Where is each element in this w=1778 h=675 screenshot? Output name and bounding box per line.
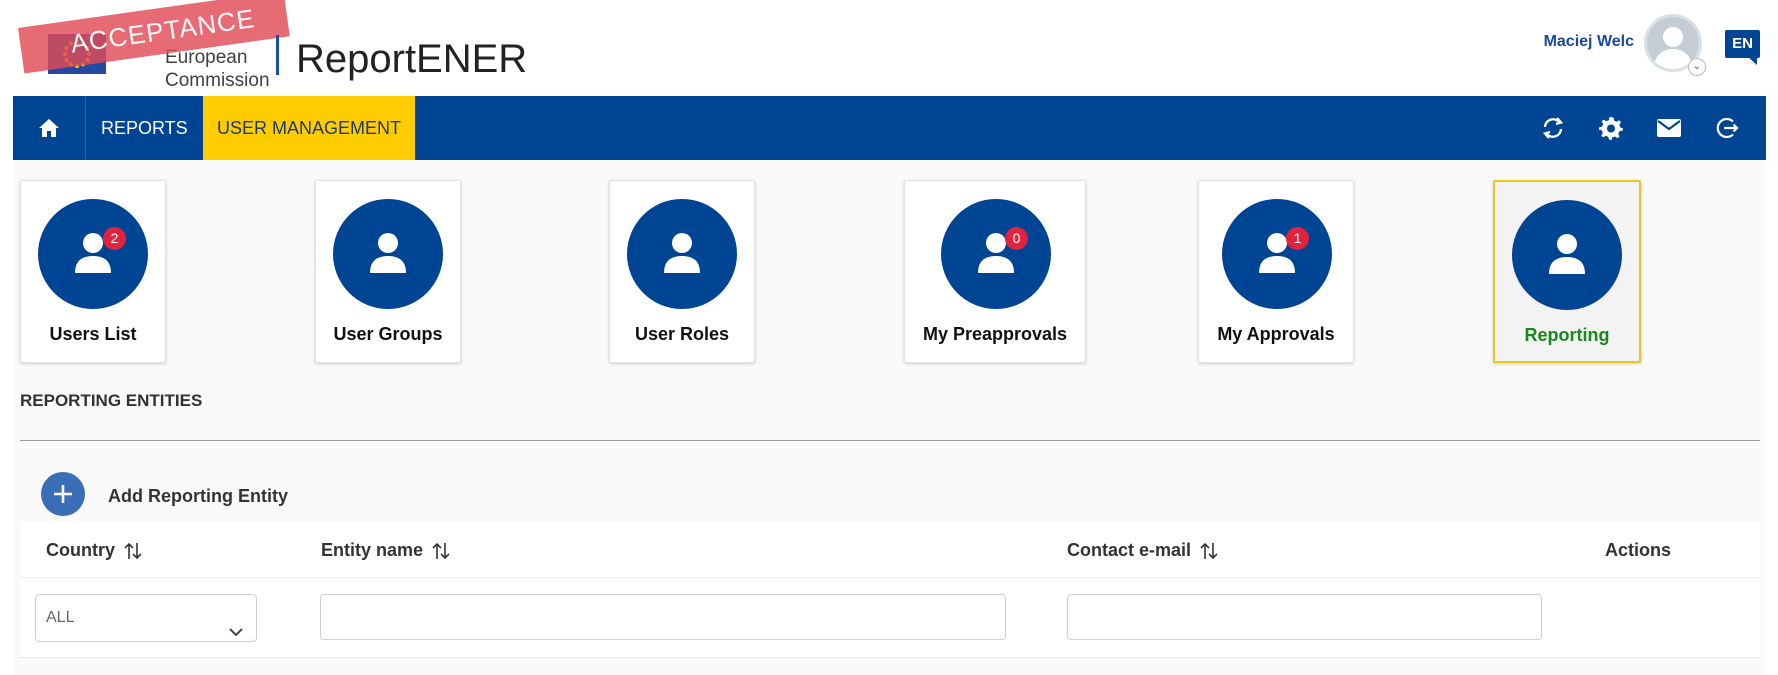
main-navbar: REPORTS USER MANAGEMENT <box>13 96 1766 160</box>
nav-user-management[interactable]: USER MANAGEMENT <box>203 96 416 160</box>
user-icon <box>1549 234 1585 274</box>
tile-my-preapprovals-circle <box>941 199 1051 309</box>
tile-label: My Preapprovals <box>922 324 1068 344</box>
main-content: 2 Users List User Groups User Roles 0 My… <box>13 160 1766 675</box>
tile-my-preapprovals[interactable]: 0 My Preapprovals <box>904 180 1086 363</box>
section-divider <box>20 440 1760 441</box>
column-header-contact-email[interactable]: Contact e-mail <box>1067 540 1219 561</box>
gear-icon <box>1599 117 1623 140</box>
column-header-actions: Actions <box>1605 540 1671 561</box>
tile-my-approvals[interactable]: 1 My Approvals <box>1198 180 1354 363</box>
add-reporting-entity-button[interactable] <box>41 472 85 516</box>
country-filter-select[interactable]: ALL <box>35 594 257 642</box>
messages-button[interactable] <box>1655 114 1683 142</box>
user-icon <box>664 233 700 273</box>
entity-name-filter-input[interactable] <box>320 594 1006 640</box>
tile-reporting-circle <box>1512 200 1622 310</box>
tile-label: My Approvals <box>1217 324 1335 344</box>
refresh-icon <box>1542 117 1564 139</box>
tile-label: Reporting <box>1524 325 1610 345</box>
ec-logo-line2: Commission <box>165 70 270 91</box>
notification-badge: 0 <box>1005 227 1028 250</box>
page-header: European Commission ACCEPTANCE ReportENE… <box>0 0 1778 96</box>
tile-reporting[interactable]: Reporting <box>1493 180 1641 363</box>
tile-users-list-circle <box>38 199 148 309</box>
mail-icon <box>1657 119 1681 137</box>
tile-user-roles-circle <box>627 199 737 309</box>
add-reporting-entity-label[interactable]: Add Reporting Entity <box>108 486 288 507</box>
app-title[interactable]: ReportENER <box>296 36 527 82</box>
language-bubble-tail <box>1747 56 1757 65</box>
tile-user-groups-circle <box>333 199 443 309</box>
tile-user-roles[interactable]: User Roles <box>609 180 755 363</box>
column-label: Contact e-mail <box>1067 540 1192 560</box>
column-label: Actions <box>1605 540 1672 560</box>
notification-badge: 1 <box>1286 227 1309 250</box>
table-filter-row: ALL <box>20 578 1760 658</box>
country-filter-value: ALL <box>46 609 75 626</box>
settings-button[interactable] <box>1597 114 1625 142</box>
sort-icon[interactable] <box>431 541 451 561</box>
nav-reports[interactable]: REPORTS <box>87 96 202 160</box>
nav-home-button[interactable] <box>13 96 86 160</box>
tile-label: Users List <box>49 324 137 344</box>
tile-user-groups[interactable]: User Groups <box>315 180 461 363</box>
plus-icon <box>54 485 72 503</box>
chevron-down-icon[interactable]: ⌄ <box>1688 58 1706 76</box>
tile-label: User Groups <box>333 324 443 344</box>
table-header: Country Entity name Contact e-mail Actio… <box>20 522 1760 578</box>
logout-button[interactable] <box>1713 114 1741 142</box>
chevron-down-icon <box>228 611 244 657</box>
user-icon <box>370 233 406 273</box>
sort-icon[interactable] <box>1199 541 1219 561</box>
language-button[interactable]: EN <box>1725 30 1760 58</box>
column-label: Entity name <box>321 540 424 560</box>
column-label: Country <box>46 540 115 560</box>
home-icon <box>39 119 59 137</box>
column-header-country[interactable]: Country <box>46 540 143 561</box>
logout-icon <box>1716 117 1739 139</box>
logo-separator <box>276 35 279 75</box>
sort-icon[interactable] <box>123 541 143 561</box>
ec-logo-text: European Commission <box>165 46 270 92</box>
contact-email-filter-input[interactable] <box>1067 594 1542 640</box>
tile-label: User Roles <box>634 324 730 344</box>
notification-badge: 2 <box>103 227 126 250</box>
column-header-entity-name[interactable]: Entity name <box>321 540 451 561</box>
refresh-button[interactable] <box>1539 114 1567 142</box>
tile-my-approvals-circle <box>1222 199 1332 309</box>
user-name[interactable]: Maciej Welc <box>1544 33 1634 51</box>
section-title: REPORTING ENTITIES <box>20 391 203 410</box>
tile-users-list[interactable]: 2 Users List <box>20 180 166 363</box>
